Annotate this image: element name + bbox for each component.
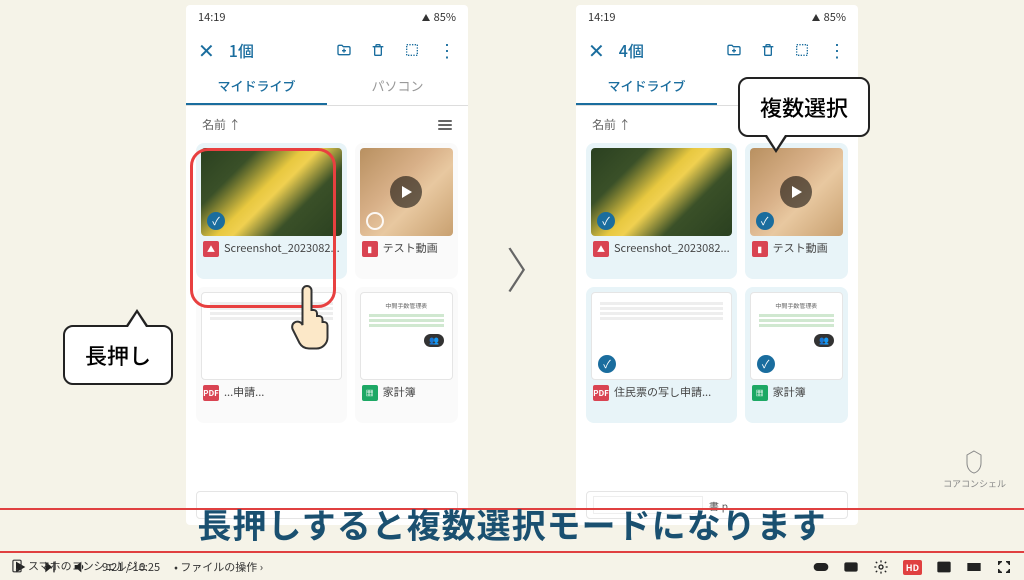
signal-icon [812, 14, 820, 21]
tab-computer[interactable]: パソコン [327, 68, 468, 105]
sheet-type-icon: ▦ [362, 385, 378, 401]
channel-text: スマホのコンシェルジュ [28, 558, 148, 574]
share-badge: 👥 [814, 334, 834, 347]
play-icon [390, 176, 422, 208]
battery-text: 85% [434, 9, 456, 25]
theater-icon[interactable] [966, 559, 982, 575]
image-type-icon: ▲ [593, 241, 609, 257]
signal-icon [422, 14, 430, 21]
status-bar: 14:19 85% [186, 5, 468, 27]
sort-label[interactable]: 名前 ↑ [202, 116, 241, 133]
move-folder-icon[interactable] [726, 42, 742, 58]
file-pdf[interactable]: ✓ PDF 住民票の写し申請... [586, 287, 737, 423]
check-icon: ✓ [597, 212, 615, 230]
thumbnail-pdf: ✓ [591, 292, 732, 380]
share-badge: 👥 [424, 334, 444, 347]
close-icon[interactable]: ✕ [588, 35, 605, 64]
file-name: Screenshot_2023082... [614, 241, 730, 255]
selection-count: 1個 [229, 38, 322, 62]
file-sheet[interactable]: 中間手数管理表✓👥 ▦家計簿 [745, 287, 848, 423]
miniplayer-icon[interactable] [936, 559, 952, 575]
check-icon: ✓ [757, 355, 775, 373]
progress-line[interactable] [0, 551, 1024, 554]
file-video[interactable]: ✓ ▮ テスト動画 [745, 143, 848, 279]
check-icon: ✓ [756, 212, 774, 230]
file-sheet[interactable]: 中間手数管理表👥 ▦ 家計簿 [355, 287, 458, 423]
sort-label[interactable]: 名前 ↑ [592, 116, 631, 133]
thumbnail-flower: ✓ [591, 148, 732, 236]
file-video[interactable]: ▮ テスト動画 [355, 143, 458, 279]
file-screenshot[interactable]: ✓ ▲ Screenshot_2023082... [586, 143, 737, 279]
callout-text: 複数選択 [760, 91, 848, 123]
sheet-type-icon: ▦ [752, 385, 768, 401]
status-time: 14:19 [588, 9, 615, 25]
file-name: テスト動画 [773, 241, 828, 255]
arrow-icon: 〉 [506, 232, 554, 302]
captions-icon[interactable] [843, 559, 859, 575]
battery-text: 85% [824, 9, 846, 25]
file-name: ...申請... [224, 385, 264, 399]
pdf-type-icon: PDF [203, 385, 219, 401]
thumbnail-sheet: 中間手数管理表👥 [360, 292, 453, 380]
finger-icon [287, 280, 339, 357]
uncheck-icon [367, 355, 385, 373]
fullscreen-icon[interactable] [996, 559, 1012, 575]
pdf-type-icon: PDF [593, 385, 609, 401]
video-type-icon: ▮ [752, 241, 768, 257]
file-name: 住民票の写し申請... [614, 385, 711, 399]
select-all-icon[interactable] [404, 42, 420, 58]
autoplay-icon[interactable] [813, 559, 829, 575]
channel-name: スマホのコンシェルジュ [10, 558, 148, 574]
file-name: 家計簿 [773, 385, 806, 399]
select-all-icon[interactable] [794, 42, 810, 58]
tab-my-drive[interactable]: マイドライブ [186, 68, 327, 105]
selection-toolbar: ✕ 1個 ⋮ [186, 27, 468, 68]
chapter-title: • ファイルの操作 › [174, 559, 263, 575]
callout-longpress: 長押し [63, 325, 173, 385]
thumbnail-video: ✓ [750, 148, 843, 236]
uncheck-icon [208, 355, 226, 373]
status-time: 14:19 [198, 9, 225, 25]
watermark: コアコンシェル [943, 449, 1006, 490]
watermark-text: コアコンシェル [943, 477, 1006, 490]
trash-icon[interactable] [760, 42, 776, 58]
callout-text: 長押し [85, 339, 151, 371]
file-name: テスト動画 [383, 241, 438, 255]
file-name: 家計簿 [383, 385, 416, 399]
callout-tail [764, 135, 788, 153]
callout-multiselect: 複数選択 [738, 77, 870, 137]
close-icon[interactable]: ✕ [198, 35, 215, 64]
selection-toolbar: ✕ 4個 ⋮ [576, 27, 858, 68]
hd-badge: HD [903, 560, 922, 575]
more-icon[interactable]: ⋮ [438, 37, 456, 63]
view-toggle-icon[interactable] [438, 120, 452, 130]
thumbnail-video [360, 148, 453, 236]
caption-text: 長押しすると複数選択モードになります [0, 499, 1024, 548]
tab-my-drive[interactable]: マイドライブ [576, 68, 717, 105]
settings-icon[interactable] [873, 559, 889, 575]
sort-row: 名前 ↑ [186, 106, 468, 143]
video-player-bar: 9:21 / 16:25 • ファイルの操作 › HD [0, 554, 1024, 580]
video-type-icon: ▮ [362, 241, 378, 257]
thumbnail-sheet: 中間手数管理表✓👥 [750, 292, 843, 380]
move-folder-icon[interactable] [336, 42, 352, 58]
trash-icon[interactable] [370, 42, 386, 58]
status-bar: 14:19 85% [576, 5, 858, 27]
selection-count: 4個 [619, 38, 712, 62]
callout-tail [125, 309, 149, 327]
tabs: マイドライブ パソコン [186, 68, 468, 106]
play-icon [780, 176, 812, 208]
check-icon: ✓ [598, 355, 616, 373]
more-icon[interactable]: ⋮ [828, 37, 846, 63]
uncheck-icon [366, 212, 384, 230]
